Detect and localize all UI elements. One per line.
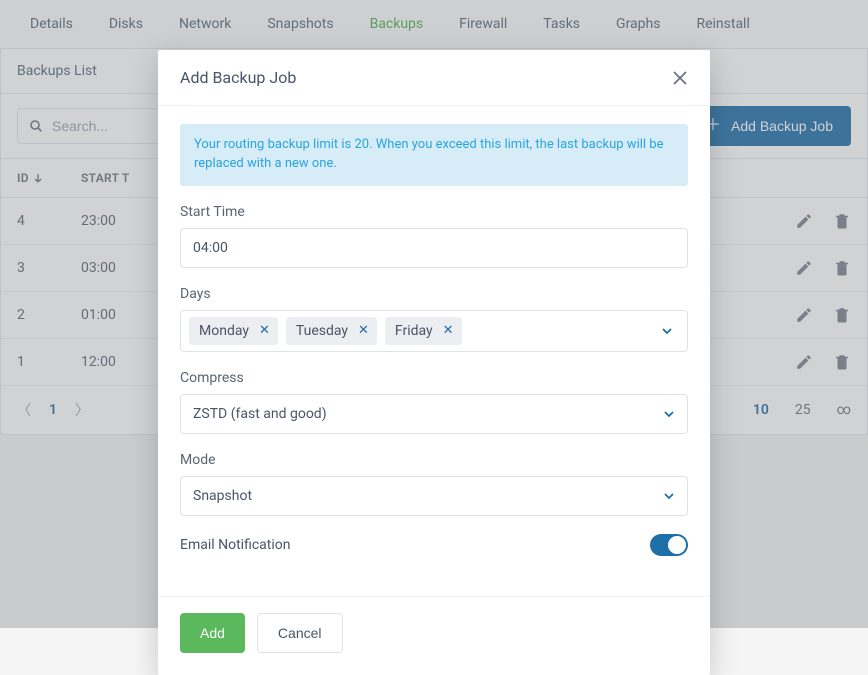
days-select[interactable]: Monday ✕ Tuesday ✕ Friday ✕ xyxy=(180,310,688,352)
modal-title: Add Backup Job xyxy=(180,68,296,87)
add-backup-job-modal: Add Backup Job Your routing backup limit… xyxy=(158,50,710,675)
remove-tag-button[interactable]: ✕ xyxy=(443,323,454,338)
mode-label: Mode xyxy=(180,452,688,468)
start-time-input[interactable]: 04:00 xyxy=(180,228,688,268)
toggle-knob xyxy=(668,536,686,554)
modal-overlay[interactable]: Add Backup Job Your routing backup limit… xyxy=(0,0,868,628)
compress-label: Compress xyxy=(180,370,688,386)
day-tag-friday: Friday ✕ xyxy=(385,317,462,345)
day-tag-label: Monday xyxy=(199,323,249,339)
cancel-button[interactable]: Cancel xyxy=(257,613,343,653)
days-label: Days xyxy=(180,286,688,302)
day-tag-label: Tuesday xyxy=(296,323,348,339)
mode-select[interactable]: Snapshot xyxy=(180,476,688,516)
add-button[interactable]: Add xyxy=(180,613,245,653)
start-time-label: Start Time xyxy=(180,204,688,220)
day-tag-tuesday: Tuesday ✕ xyxy=(286,317,377,345)
email-notification-label: Email Notification xyxy=(180,537,291,553)
email-notification-toggle[interactable] xyxy=(650,534,688,556)
mode-value: Snapshot xyxy=(193,488,252,504)
remove-tag-button[interactable]: ✕ xyxy=(358,323,369,338)
close-icon xyxy=(672,70,688,86)
remove-tag-button[interactable]: ✕ xyxy=(259,323,270,338)
compress-value: ZSTD (fast and good) xyxy=(193,406,327,422)
chevron-down-icon xyxy=(663,408,675,420)
chevron-down-icon xyxy=(661,325,679,337)
day-tag-label: Friday xyxy=(395,323,433,339)
compress-select[interactable]: ZSTD (fast and good) xyxy=(180,394,688,434)
day-tag-monday: Monday ✕ xyxy=(189,317,278,345)
chevron-down-icon xyxy=(663,490,675,502)
info-banner: Your routing backup limit is 20. When yo… xyxy=(180,124,688,186)
modal-close-button[interactable] xyxy=(672,70,688,86)
